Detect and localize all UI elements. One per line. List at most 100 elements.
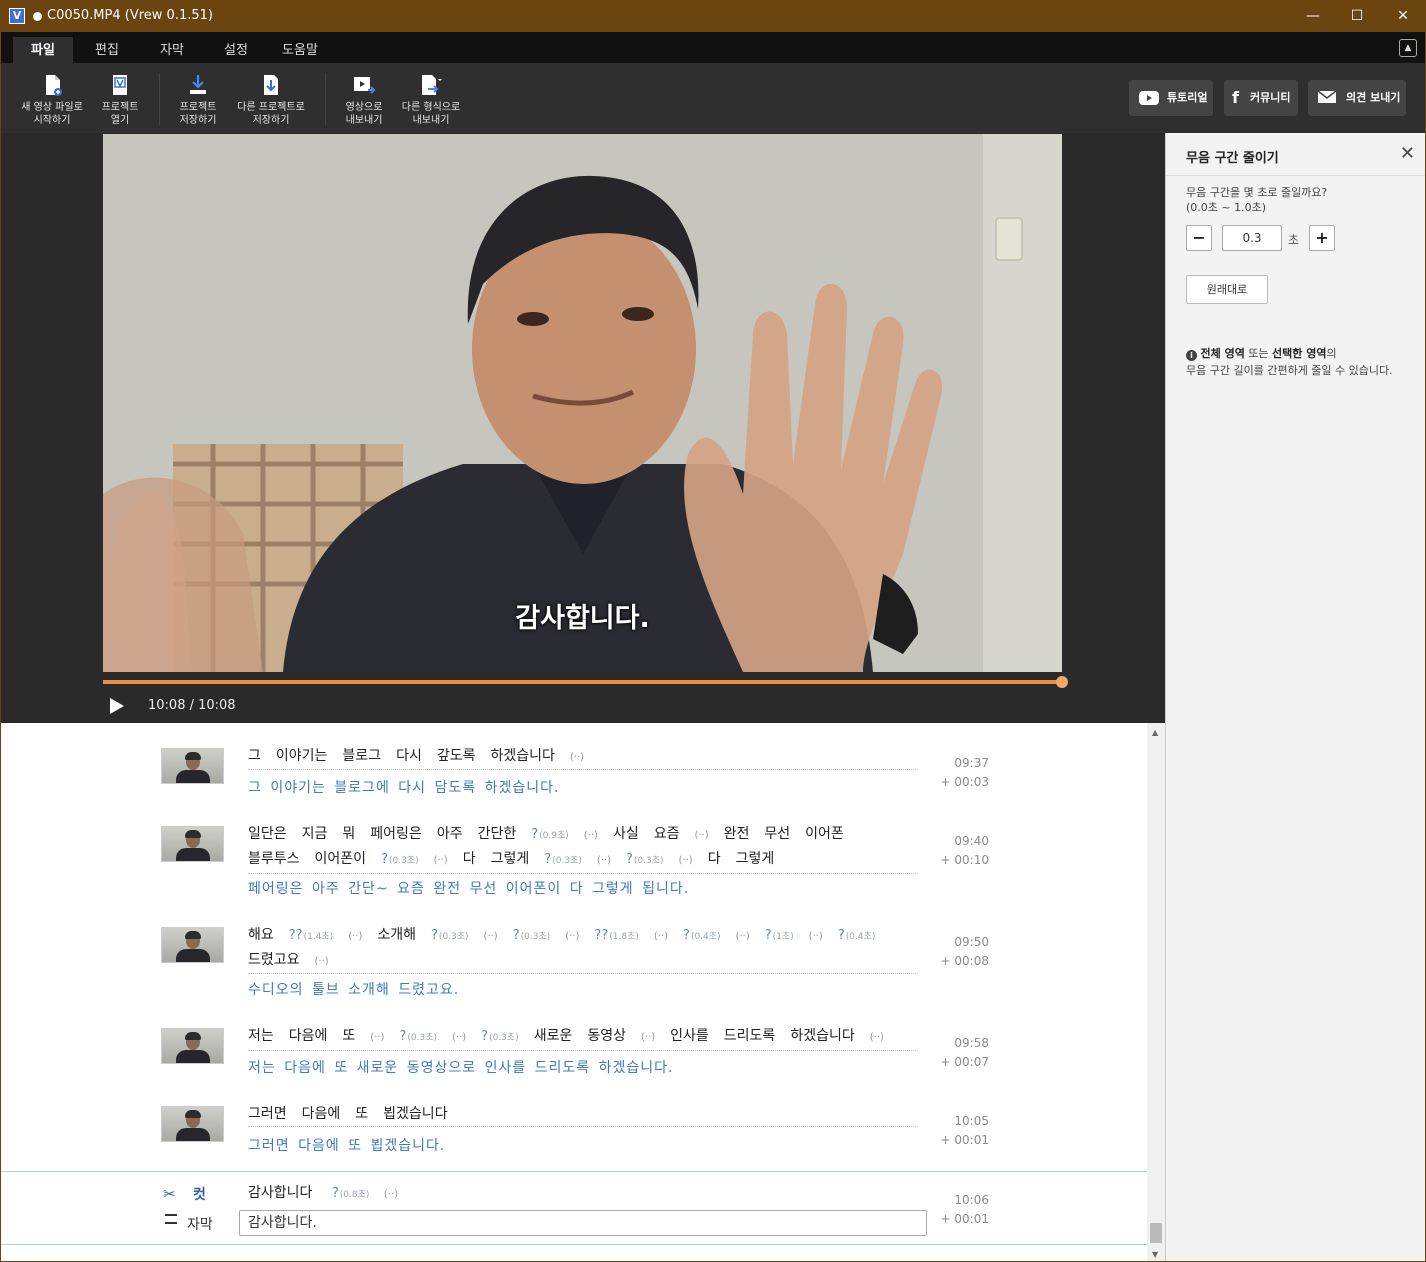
- word[interactable]: 다시: [396, 745, 422, 768]
- silence-marker[interactable]: ?(0.4초): [683, 924, 721, 949]
- word[interactable]: 드렸고요: [248, 949, 300, 972]
- open-project-button[interactable]: 프로젝트 열기: [94, 73, 146, 127]
- word[interactable]: 블로그: [342, 745, 381, 768]
- scroll-up-icon[interactable]: ▲: [1152, 728, 1158, 737]
- word[interactable]: 그렇게: [491, 848, 530, 871]
- word[interactable]: 동영상: [587, 1025, 626, 1048]
- gap-marker[interactable]: (··): [679, 849, 693, 872]
- word[interactable]: 간단한: [478, 823, 517, 846]
- clip-thumbnail[interactable]: [161, 927, 224, 963]
- silence-marker[interactable]: ??(1.8초): [594, 924, 638, 949]
- maximize-button[interactable]: ☐: [1345, 5, 1369, 27]
- gap-marker[interactable]: (··): [597, 849, 611, 872]
- silence-marker[interactable]: ?(0.3초): [399, 1025, 437, 1050]
- word[interactable]: 다음에: [289, 1025, 328, 1048]
- word[interactable]: 갚도록: [437, 745, 476, 768]
- word[interactable]: 완전: [724, 823, 750, 846]
- tab-settings[interactable]: 설정: [210, 40, 262, 63]
- subtitle-line[interactable]: 그 이야기는 블로그에 다시 담도록 하겠습니다.: [248, 777, 559, 797]
- selected-clip[interactable]: ✂ 컷 자막 감사합니다 ?(0.8초) (··) 감사합니다. 10:06 +…: [1, 1171, 1147, 1245]
- gap-marker[interactable]: (··): [348, 925, 362, 948]
- gap-marker[interactable]: (··): [641, 1026, 655, 1049]
- gap-marker[interactable]: (··): [452, 1026, 466, 1049]
- subtitle-line[interactable]: 그러면 다음에 또 뵙겠습니다.: [248, 1135, 445, 1155]
- word[interactable]: 저는: [248, 1025, 274, 1048]
- word[interactable]: 페어링은: [370, 823, 422, 846]
- decrease-button[interactable]: −: [1186, 225, 1212, 251]
- clip-thumbnail[interactable]: [161, 826, 224, 862]
- silence-marker[interactable]: ?: [332, 1186, 339, 1201]
- word[interactable]: 다음에: [302, 1103, 341, 1126]
- minimize-button[interactable]: —: [1301, 5, 1325, 27]
- progress-handle[interactable]: [1056, 676, 1068, 688]
- gap-marker[interactable]: (··): [384, 1189, 398, 1200]
- close-window-button[interactable]: ✕: [1391, 5, 1415, 27]
- word[interactable]: 드리도록: [724, 1025, 776, 1048]
- tab-file[interactable]: 파일: [13, 37, 73, 63]
- silence-marker[interactable]: ?(0.4초): [838, 924, 876, 949]
- reset-button[interactable]: 원래대로: [1186, 275, 1268, 304]
- gap-marker[interactable]: (··): [736, 925, 750, 948]
- tutorial-button[interactable]: 튜토리얼: [1129, 80, 1213, 116]
- word[interactable]: 이어폰: [805, 823, 844, 846]
- clip-thumbnail[interactable]: [161, 1028, 224, 1064]
- word[interactable]: 그렇게: [736, 848, 775, 871]
- word[interactable]: 하겠습니다: [490, 745, 554, 768]
- close-icon[interactable]: ✕: [1400, 143, 1415, 164]
- silence-marker[interactable]: ?(0.3초): [381, 848, 419, 873]
- word[interactable]: 그: [248, 745, 261, 768]
- word[interactable]: 하겠습니다: [790, 1025, 854, 1048]
- word[interactable]: 다: [708, 848, 721, 871]
- word[interactable]: 일단은: [248, 823, 287, 846]
- video-frame[interactable]: 감사합니다.: [103, 134, 1062, 672]
- clip-thumbnail[interactable]: [161, 748, 224, 784]
- word[interactable]: 사실: [613, 823, 639, 846]
- gap-marker[interactable]: (··): [694, 824, 708, 847]
- silence-marker[interactable]: ?(0.9초): [531, 823, 569, 848]
- gap-marker[interactable]: (··): [870, 1026, 884, 1049]
- word[interactable]: 새로운: [534, 1025, 573, 1048]
- subtitle-line[interactable]: 저는 다음에 또 새로운 동영상으로 인사를 드리도록 하겠습니다.: [248, 1057, 673, 1077]
- word[interactable]: 해요: [248, 924, 274, 947]
- word[interactable]: 무선: [764, 823, 790, 846]
- silence-marker[interactable]: ??(1.4초): [289, 924, 333, 949]
- silence-marker[interactable]: ?(0.3초): [626, 848, 664, 873]
- gap-marker[interactable]: (··): [484, 925, 498, 948]
- scrollbar[interactable]: ▲ ▼: [1147, 723, 1165, 1261]
- word[interactable]: 지금: [302, 823, 328, 846]
- silence-marker[interactable]: ?(1초): [765, 924, 794, 949]
- gap-marker[interactable]: (··): [809, 925, 823, 948]
- scroll-down-icon[interactable]: ▼: [1152, 1250, 1158, 1259]
- gap-marker[interactable]: (··): [584, 824, 598, 847]
- word[interactable]: 다: [463, 848, 476, 871]
- silence-marker[interactable]: ?(0.3초): [431, 924, 469, 949]
- subtitle-line[interactable]: 페어링은 아주 간단~ 요즘 완전 무선 이어폰이 다 그렇게 됩니다.: [248, 878, 689, 898]
- word[interactable]: 이어폰이: [315, 848, 367, 871]
- gap-marker[interactable]: (··): [565, 925, 579, 948]
- word[interactable]: 그러면: [248, 1103, 287, 1126]
- word[interactable]: 뭐: [342, 823, 355, 846]
- word[interactable]: 블루투스: [248, 848, 300, 871]
- play-icon[interactable]: [109, 697, 125, 715]
- community-button[interactable]: f 커뮤니티: [1224, 80, 1298, 116]
- save-project-button[interactable]: 프로젝트 저장하기: [171, 73, 225, 127]
- word[interactable]: 요즘: [654, 823, 680, 846]
- collapse-ribbon-icon[interactable]: ▲: [1399, 39, 1417, 57]
- tab-edit[interactable]: 편집: [81, 40, 133, 63]
- silence-marker[interactable]: ?(0.3초): [513, 924, 551, 949]
- silence-marker[interactable]: ?(0.3초): [544, 848, 582, 873]
- silence-marker[interactable]: ?(0.3초): [481, 1025, 519, 1050]
- subtitle-input[interactable]: 감사합니다.: [239, 1210, 927, 1236]
- word[interactable]: 뵙겠습니다: [383, 1103, 447, 1126]
- word[interactable]: 또: [355, 1103, 368, 1126]
- clip-thumbnail[interactable]: [161, 1106, 224, 1142]
- save-as-button[interactable]: 다른 프로젝트로 저장하기: [233, 73, 309, 127]
- word[interactable]: 아주: [437, 823, 463, 846]
- word[interactable]: 감사합니다: [248, 1182, 312, 1202]
- export-other-button[interactable]: 다른 형식으로 내보내기: [399, 73, 463, 127]
- gap-marker[interactable]: (··): [315, 950, 329, 973]
- feedback-button[interactable]: 의견 보내기: [1308, 80, 1406, 116]
- word[interactable]: 또: [342, 1025, 355, 1048]
- seconds-input[interactable]: 0.3: [1222, 225, 1282, 251]
- gap-marker[interactable]: (··): [570, 746, 584, 769]
